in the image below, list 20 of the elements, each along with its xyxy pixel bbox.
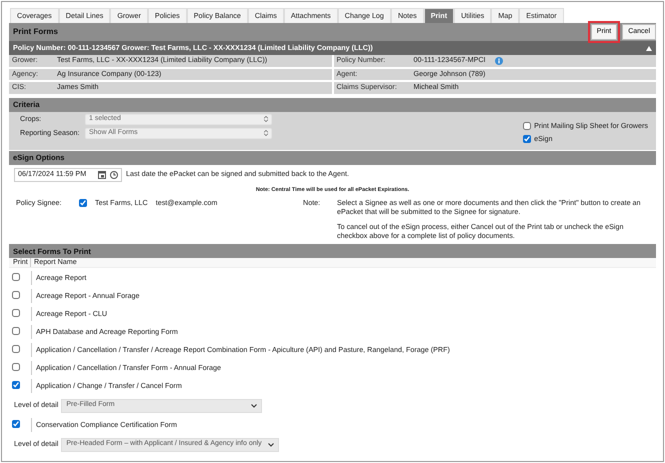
chevron-down-icon[interactable] (268, 442, 274, 447)
checkbox[interactable] (12, 272, 20, 281)
calendar-icon[interactable] (98, 170, 106, 178)
checkbox[interactable] (12, 362, 20, 371)
checkbox[interactable] (12, 380, 20, 389)
signee-checkbox[interactable] (79, 199, 87, 208)
collapse-caret-icon[interactable] (646, 46, 652, 50)
checkbox[interactable] (523, 135, 532, 144)
checkbox[interactable] (12, 420, 20, 428)
chevron-down-icon[interactable] (251, 404, 258, 408)
up-down-arrows-icon[interactable] (264, 130, 268, 136)
checkbox[interactable] (12, 344, 20, 353)
checkbox[interactable] (12, 326, 20, 335)
up-down-arrows-icon[interactable] (264, 116, 268, 122)
panel-title: Print Forms (13, 27, 58, 37)
checkbox[interactable] (12, 308, 20, 317)
checkbox[interactable] (523, 122, 532, 130)
clock-icon[interactable] (110, 170, 118, 178)
checkbox[interactable] (12, 290, 20, 299)
info-icon[interactable] (494, 56, 503, 65)
